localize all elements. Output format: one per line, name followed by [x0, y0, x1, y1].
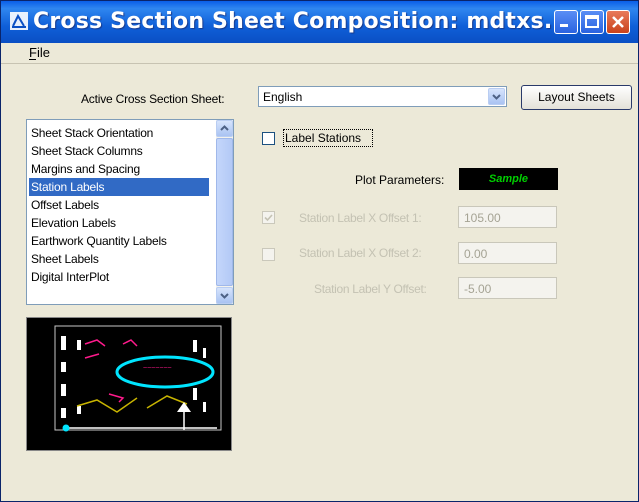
- plot-parameters-sample-button[interactable]: Sample: [459, 168, 558, 190]
- scroll-thumb[interactable]: [216, 138, 233, 286]
- list-item-selected[interactable]: Station Labels: [29, 178, 209, 196]
- scroll-down-icon[interactable]: [216, 287, 233, 304]
- plot-parameters-label: Plot Parameters:: [355, 173, 445, 187]
- title-bar[interactable]: Cross Section Sheet Composition: mdtxs..…: [1, 1, 638, 43]
- menu-file[interactable]: File: [29, 45, 50, 60]
- list-item[interactable]: Offset Labels: [29, 196, 209, 214]
- list-item[interactable]: Sheet Labels: [29, 250, 209, 268]
- scroll-up-icon[interactable]: [216, 120, 233, 137]
- list-item[interactable]: Earthwork Quantity Labels: [29, 232, 209, 250]
- list-scrollbar[interactable]: [216, 120, 233, 304]
- x-offset-2-value: 0.00: [464, 247, 488, 261]
- y-offset-input[interactable]: -5.00: [458, 277, 557, 299]
- list-item[interactable]: Sheet Stack Columns: [29, 142, 209, 160]
- y-offset-label: Station Label Y Offset:: [314, 282, 427, 296]
- minimize-button[interactable]: [554, 10, 578, 34]
- active-sheet-label: Active Cross Section Sheet:: [81, 92, 225, 106]
- list-item[interactable]: Elevation Labels: [29, 214, 209, 232]
- list-item[interactable]: Digital InterPlot: [29, 268, 209, 286]
- label-stations-checkbox[interactable]: [262, 132, 275, 145]
- maximize-button[interactable]: [580, 10, 604, 34]
- x-offset-1-input[interactable]: 105.00: [458, 206, 557, 228]
- app-icon: [10, 12, 28, 30]
- window-title: Cross Section Sheet Composition: mdtxs..…: [33, 9, 570, 34]
- cross-section-sheet-window: Cross Section Sheet Composition: mdtxs..…: [0, 0, 639, 502]
- active-sheet-dropdown[interactable]: English: [258, 86, 507, 107]
- settings-category-list[interactable]: Sheet Stack Orientation Sheet Stack Colu…: [26, 119, 234, 305]
- x-offset-2-label: Station Label X Offset 2:: [299, 246, 422, 260]
- x-offset-2-input[interactable]: 0.00: [458, 242, 557, 264]
- y-offset-value: -5.00: [464, 282, 492, 296]
- list-item[interactable]: Sheet Stack Orientation: [29, 124, 209, 142]
- x-offset-1-label: Station Label X Offset 1:: [299, 211, 422, 225]
- menu-file-underline: [29, 59, 36, 60]
- svg-text:~~~~~~~: ~~~~~~~: [143, 365, 172, 372]
- label-stations-label[interactable]: Label Stations: [285, 131, 361, 145]
- layout-sheets-button[interactable]: Layout Sheets: [521, 85, 632, 110]
- x-offset-1-checkbox[interactable]: [262, 211, 275, 224]
- active-sheet-value: English: [263, 90, 303, 104]
- x-offset-1-value: 105.00: [464, 211, 501, 225]
- list-item[interactable]: Margins and Spacing: [29, 160, 209, 178]
- close-button[interactable]: [606, 10, 630, 34]
- x-offset-2-checkbox[interactable]: [262, 248, 275, 261]
- menu-bar: File: [1, 43, 638, 64]
- sheet-preview: ~~~~~~~: [26, 317, 232, 451]
- dropdown-arrow-icon[interactable]: [488, 88, 505, 105]
